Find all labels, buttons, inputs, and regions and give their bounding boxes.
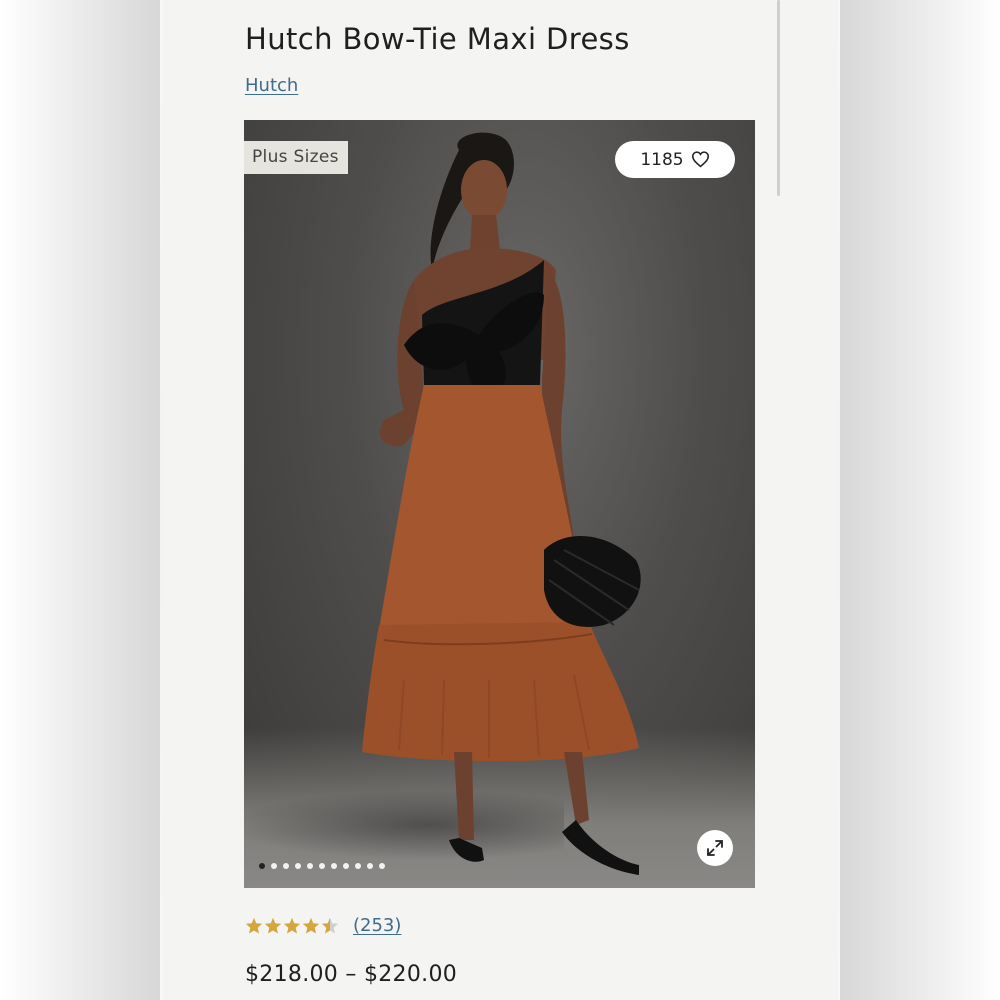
carousel-dot[interactable]: [379, 863, 385, 869]
scrollbar[interactable]: [777, 0, 780, 196]
carousel-dot[interactable]: [259, 863, 265, 869]
video-frame: Hutch Bow-Tie Maxi Dress Hutch Plus Size…: [0, 0, 1000, 1000]
phone-screen: Hutch Bow-Tie Maxi Dress Hutch Plus Size…: [163, 0, 838, 1000]
heart-icon: [691, 151, 709, 168]
brand-link[interactable]: Hutch: [245, 75, 298, 96]
expand-icon: [707, 840, 723, 856]
review-count-link[interactable]: (253): [353, 915, 401, 936]
carousel-dot[interactable]: [343, 863, 349, 869]
right-blur: [840, 0, 1000, 1000]
half-star-icon: [321, 917, 339, 934]
carousel-dot[interactable]: [367, 863, 373, 869]
carousel-dot[interactable]: [271, 863, 277, 869]
expand-image-button[interactable]: [697, 830, 733, 866]
carousel-dot[interactable]: [331, 863, 337, 869]
star-icon: [264, 917, 282, 934]
carousel-dot[interactable]: [283, 863, 289, 869]
carousel-dot[interactable]: [319, 863, 325, 869]
star-icon: [302, 917, 320, 934]
carousel-dot[interactable]: [307, 863, 313, 869]
rating-row: (253): [245, 915, 401, 936]
carousel-dot[interactable]: [295, 863, 301, 869]
carousel-indicator[interactable]: [259, 863, 385, 869]
carousel-dot[interactable]: [355, 863, 361, 869]
left-blur: [0, 0, 160, 1000]
model-figure: [362, 132, 641, 875]
favorites-count: 1185: [640, 149, 684, 170]
star-icon: [283, 917, 301, 934]
price-range: $218.00 – $220.00: [245, 962, 458, 987]
product-image[interactable]: Plus Sizes 1185: [244, 120, 755, 888]
favorite-button[interactable]: 1185: [615, 141, 735, 178]
star-icon: [245, 917, 263, 934]
star-rating: [245, 917, 339, 934]
plus-sizes-badge: Plus Sizes: [244, 141, 348, 174]
product-title: Hutch Bow-Tie Maxi Dress: [245, 22, 630, 56]
